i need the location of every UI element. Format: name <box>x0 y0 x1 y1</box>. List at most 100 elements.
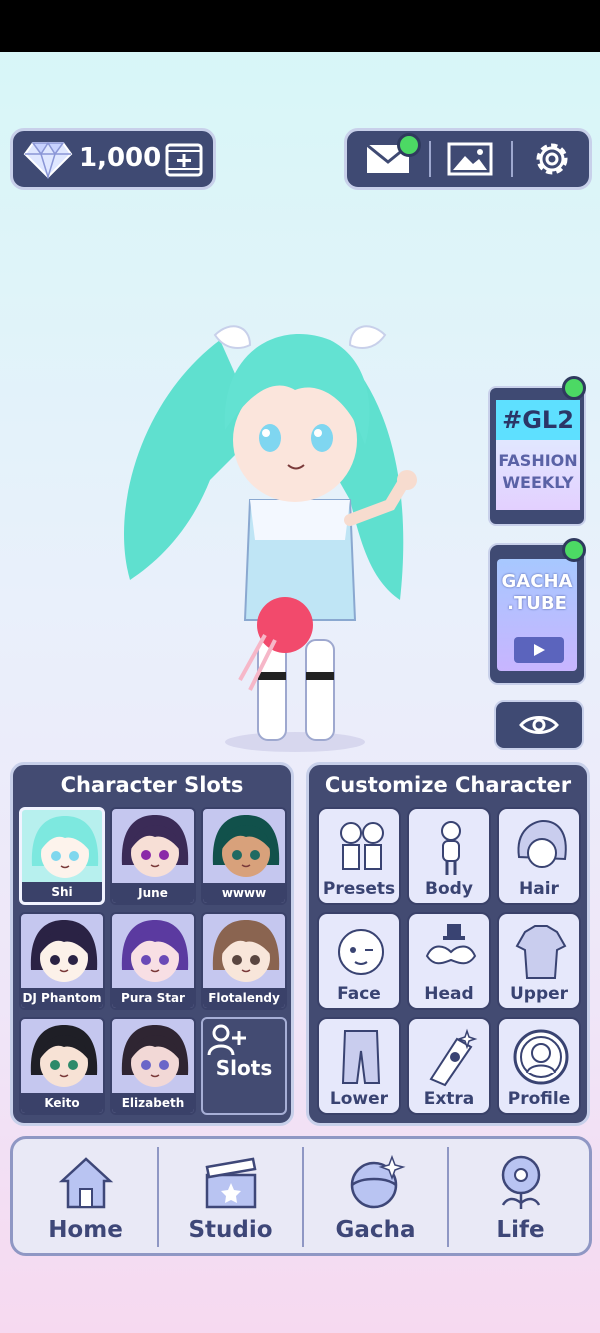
nav-divider <box>447 1147 449 1247</box>
customize-label: Presets <box>322 879 396 899</box>
slot-name: Pura Star <box>112 988 194 1008</box>
character-slot[interactable]: Pura Star <box>110 912 196 1010</box>
character-slot[interactable]: Keito <box>19 1017 105 1115</box>
character-slot[interactable]: wwww <box>201 807 287 905</box>
customize-label: Lower <box>329 1089 389 1109</box>
gacha-tube-widget[interactable]: GACHA .TUBE <box>488 543 586 685</box>
customize-body-button[interactable]: Body <box>407 807 491 905</box>
upper-clothing-icon <box>515 925 567 979</box>
add-slots-button[interactable]: Slots <box>201 1017 287 1115</box>
panel-title: Customize Character <box>324 773 572 797</box>
nav-life[interactable]: Life <box>448 1139 593 1253</box>
home-icon <box>58 1157 113 1209</box>
flower-icon <box>501 1155 540 1209</box>
gacha-icon <box>350 1154 406 1209</box>
character-avatar-icon <box>30 920 98 982</box>
top-toolbar <box>344 128 592 190</box>
toolbar-divider <box>511 141 513 177</box>
lower-clothing-icon <box>341 1030 381 1084</box>
currency-amount: 1,000 <box>79 143 162 173</box>
customize-lower-button[interactable]: Lower <box>317 1017 401 1115</box>
nav-home[interactable]: Home <box>13 1139 158 1253</box>
toolbar-divider <box>429 141 431 177</box>
slots-label: Slots <box>215 1056 273 1080</box>
nav-gacha[interactable]: Gacha <box>303 1139 448 1253</box>
extra-icon <box>429 1028 478 1087</box>
character-avatar-icon <box>121 815 189 877</box>
fashion-weekly-widget[interactable]: #GL2 FASHION WEEKLY <box>488 386 586 526</box>
slot-name: DJ Phantom <box>21 988 103 1008</box>
face-icon <box>338 929 384 975</box>
image-icon <box>447 142 493 176</box>
customize-label: Head <box>424 984 474 1004</box>
gear-icon <box>536 143 568 175</box>
customize-label: Face <box>337 984 381 1004</box>
nav-studio[interactable]: Studio <box>158 1139 303 1253</box>
customize-face-button[interactable]: Face <box>317 912 401 1010</box>
slot-name: June <box>112 883 194 903</box>
body-icon <box>441 821 461 875</box>
nav-divider <box>157 1147 159 1247</box>
customize-label: Extra <box>423 1089 475 1109</box>
add-currency-icon[interactable] <box>165 141 203 179</box>
status-bar <box>0 0 600 52</box>
mail-notification-dot <box>397 133 421 157</box>
fashion-weekly-notification-dot <box>562 376 586 400</box>
character-slot[interactable]: Elizabeth <box>110 1017 196 1115</box>
character-slot[interactable]: June <box>110 807 196 905</box>
head-accessory-icon <box>425 924 477 965</box>
slot-name: Shi <box>22 882 102 902</box>
character-avatar-icon <box>31 816 99 878</box>
gl2-title: #GL2 <box>496 400 580 440</box>
hair-icon <box>517 819 567 868</box>
nav-label: Home <box>48 1217 123 1243</box>
character-avatar-icon <box>30 1025 98 1087</box>
character-avatar-icon <box>121 1025 189 1087</box>
settings-button[interactable] <box>521 137 583 181</box>
customize-extra-button[interactable]: Extra <box>407 1017 491 1115</box>
slot-name: Flotalendy <box>203 988 285 1008</box>
character-avatar-icon <box>121 920 189 982</box>
tube-title: GACHA .TUBE <box>497 571 577 615</box>
character-preview[interactable] <box>100 280 450 760</box>
character-avatar-icon <box>212 815 280 877</box>
customize-upper-button[interactable]: Upper <box>497 912 581 1010</box>
customize-label: Profile <box>507 1089 571 1109</box>
weekly-line: WEEKLY <box>502 473 574 492</box>
fashion-weekly-label: FASHION WEEKLY <box>496 440 580 510</box>
customize-head-button[interactable]: Head <box>407 912 491 1010</box>
slot-name: Elizabeth <box>112 1093 194 1113</box>
character-slot[interactable]: DJ Phantom <box>19 912 105 1010</box>
character-slot[interactable]: Shi <box>19 807 105 905</box>
customize-character-panel: Customize Character Presets Body Hair Face H… <box>306 762 590 1126</box>
presets-icon <box>340 822 384 870</box>
customize-profile-button[interactable]: Profile <box>497 1017 581 1115</box>
nav-label: Studio <box>188 1217 273 1243</box>
toggle-ui-button[interactable] <box>494 700 584 750</box>
customize-label: Upper <box>509 984 569 1004</box>
play-icon <box>514 637 564 663</box>
slot-name: wwww <box>203 883 285 903</box>
nav-label: Gacha <box>335 1217 416 1243</box>
diamond-icon <box>23 141 73 179</box>
nav-label: Life <box>496 1217 545 1243</box>
gallery-button[interactable] <box>439 137 501 181</box>
profile-icon <box>513 1029 569 1085</box>
fashion-line: FASHION <box>498 451 578 470</box>
tube-line1: GACHA <box>501 571 573 592</box>
character-slot[interactable]: Flotalendy <box>201 912 287 1010</box>
customize-label: Body <box>425 879 473 899</box>
slot-name: Keito <box>21 1093 103 1113</box>
add-person-icon <box>207 1024 246 1056</box>
tube-line2: .TUBE <box>507 593 567 614</box>
customize-presets-button[interactable]: Presets <box>317 807 401 905</box>
currency-display[interactable]: 1,000 <box>10 128 216 190</box>
character-slots-panel: Character Slots Shi June wwww DJ Phantom Pur… <box>10 762 294 1126</box>
clapperboard-icon <box>205 1157 256 1209</box>
eye-icon <box>519 716 559 734</box>
gacha-tube-notification-dot <box>562 538 586 562</box>
panel-title: Character Slots <box>60 773 244 797</box>
tube-screen: GACHA .TUBE <box>497 559 577 671</box>
nav-divider <box>302 1147 304 1247</box>
customize-hair-button[interactable]: Hair <box>497 807 581 905</box>
